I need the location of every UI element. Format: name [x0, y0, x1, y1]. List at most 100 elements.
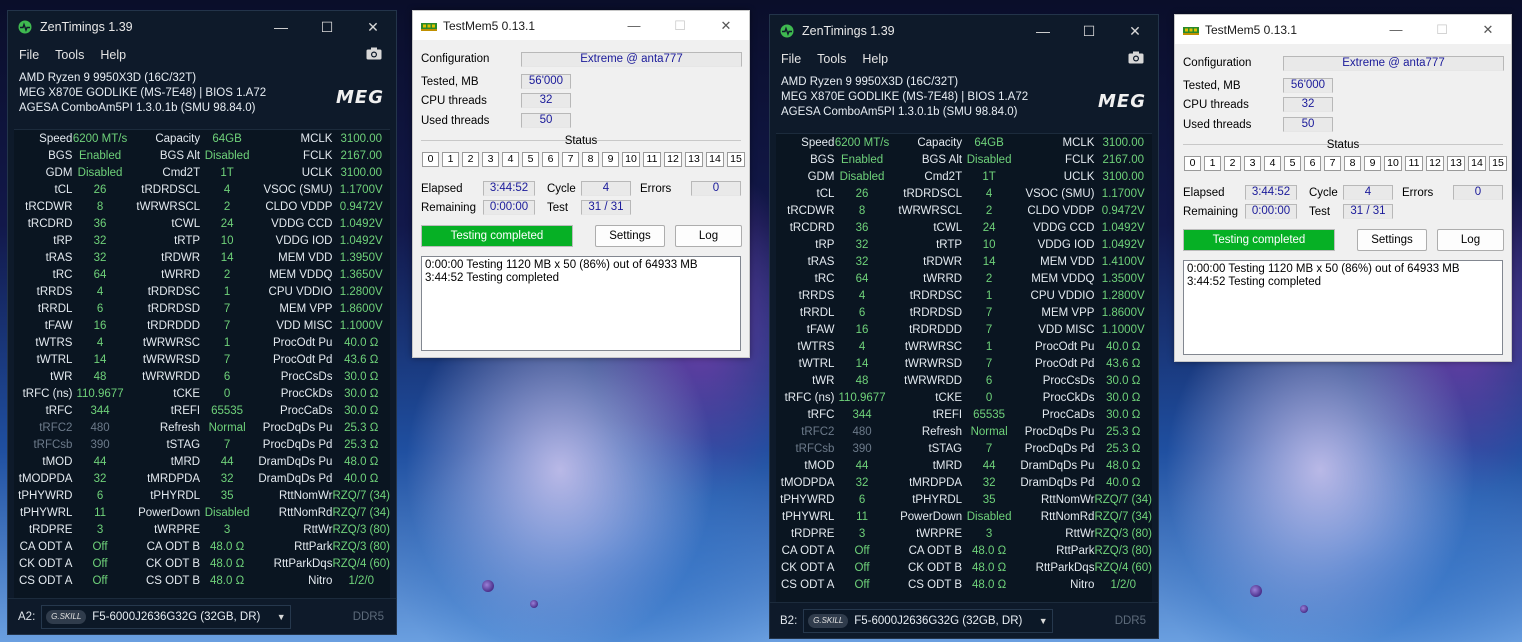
log-textbox[interactable]: 0:00:00 Testing 1120 MB x 50 (86%) out o…: [421, 256, 741, 351]
timing-value: Disabled: [204, 506, 250, 519]
thread-status-box: 8: [1344, 156, 1361, 171]
camera-icon[interactable]: [1128, 51, 1144, 64]
timing-value: 32: [855, 476, 869, 489]
log-line: 0:00:00 Testing 1120 MB x 50 (86%) out o…: [1187, 263, 1460, 275]
timing-label: VDDG IOD: [275, 234, 333, 247]
log-button[interactable]: Log: [675, 225, 742, 247]
timing-row: tWR 48 tWRWRDD 6 ProcCsDs 30.0 Ω: [776, 372, 1152, 389]
close-button[interactable]: ✕: [1112, 15, 1158, 47]
minimize-button[interactable]: —: [258, 11, 304, 43]
timing-row: Speed 6200 MT/s Capacity 64GB MCLK 3100.00: [776, 134, 1152, 151]
dimm-select[interactable]: G.SKILL F5-6000J2636G32G (32GB, DR) ▼: [803, 608, 1054, 633]
timing-value: 1.0492V: [339, 234, 383, 247]
timing-label: tWTRS: [797, 340, 835, 353]
timing-value: 30.0 Ω: [1106, 408, 1141, 421]
timing-label: tWRRD: [923, 272, 963, 285]
dimm-footer: B2: G.SKILL F5-6000J2636G32G (32GB, DR) …: [770, 602, 1158, 638]
memory-stick-icon: [1183, 25, 1199, 35]
timing-label: tRP: [815, 238, 835, 251]
title-bar[interactable]: TestMem5 0.13.1 — ☐ ✕: [1175, 15, 1511, 44]
camera-icon[interactable]: [366, 47, 382, 60]
timing-value: 4: [223, 183, 231, 196]
menu-tools[interactable]: Tools: [817, 52, 846, 66]
menu-tools[interactable]: Tools: [55, 48, 84, 62]
timing-value: 48.0 Ω: [1106, 459, 1141, 472]
log-button[interactable]: Log: [1437, 229, 1504, 251]
thread-status-box: 13: [685, 152, 703, 167]
maximize-button[interactable]: ☐: [1066, 15, 1112, 47]
minimize-button[interactable]: —: [1373, 22, 1419, 37]
timing-value: 14: [982, 255, 996, 268]
timing-label: tRDRDSCL: [903, 187, 963, 200]
minimize-button[interactable]: —: [1020, 15, 1066, 47]
thread-status-box: 12: [1426, 156, 1444, 171]
timing-value: 1.8600V: [339, 302, 383, 315]
timing-row: tRCDRD 36 tCWL 24 VDDG CCD 1.0492V: [14, 215, 390, 232]
errors-label: Errors: [1402, 187, 1434, 199]
timing-label: ProcCaDs: [1042, 408, 1095, 421]
timing-value: 2: [223, 268, 231, 281]
timing-label: tWTRL: [798, 357, 835, 370]
timing-label: tRP: [53, 234, 73, 247]
thread-status-box: 8: [582, 152, 599, 167]
timing-label: tMRD: [170, 455, 201, 468]
menu-help[interactable]: Help: [862, 52, 888, 66]
cpu-name: AMD Ryzen 9 9950X3D (16C/32T): [781, 76, 959, 88]
timing-row: tRRDS 4 tRDRDSC 1 CPU VDDIO 1.2800V: [14, 283, 390, 300]
timing-value: 390: [90, 438, 110, 451]
pulse-icon: [18, 20, 32, 34]
timing-value: 6: [985, 374, 993, 387]
timing-value: Off: [854, 578, 870, 591]
timing-label: tCKE: [935, 391, 963, 404]
close-button[interactable]: ✕: [1465, 22, 1511, 38]
menu-file[interactable]: File: [19, 48, 39, 62]
timing-value: 44: [93, 455, 107, 468]
timing-label: CA ODT B: [146, 540, 201, 553]
thread-status-box: 6: [1304, 156, 1321, 171]
timing-label: CK ODT B: [145, 557, 201, 570]
timing-label: ProcDqDs Pu: [262, 421, 333, 434]
maximize-button[interactable]: ☐: [304, 11, 350, 43]
timing-value: 1.0492V: [1101, 238, 1145, 251]
timing-value: 26: [93, 183, 107, 196]
timing-value: 1.8600V: [1101, 306, 1145, 319]
close-button[interactable]: ✕: [703, 18, 749, 34]
menu-help[interactable]: Help: [100, 48, 126, 62]
dimm-select[interactable]: G.SKILL F5-6000J2636G32G (32GB, DR) ▼: [41, 604, 292, 629]
timing-label: tMODPDA: [18, 472, 73, 485]
timing-row: GDM Disabled Cmd2T 1T UCLK 3100.00: [14, 164, 390, 181]
timing-value: 4: [858, 289, 866, 302]
timing-value: 1/2/0: [1110, 578, 1137, 591]
remaining-field: 0:00:00: [1245, 204, 1297, 219]
timing-value: 7: [223, 438, 231, 451]
minimize-button[interactable]: —: [611, 18, 657, 33]
timing-value: 110.9677: [76, 387, 124, 400]
close-button[interactable]: ✕: [350, 11, 396, 43]
timing-row: tRRDL 6 tRDRDSD 7 MEM VPP 1.8600V: [14, 300, 390, 317]
timing-value: 7: [985, 357, 993, 370]
timing-value: 30.0 Ω: [344, 370, 379, 383]
title-bar[interactable]: ZenTimings 1.39 — ☐ ✕: [770, 15, 1158, 47]
timing-label: GDM: [807, 170, 835, 183]
timing-row: tRFC 344 tREFI 65535 ProcCaDs 30.0 Ω: [776, 406, 1152, 423]
timing-label: tCKE: [173, 387, 201, 400]
timing-label: CS ODT B: [907, 578, 963, 591]
timing-label: BGS Alt: [159, 149, 201, 162]
timing-value: 480: [90, 421, 110, 434]
cycle-label: Cycle: [547, 183, 576, 195]
menu-file[interactable]: File: [781, 52, 801, 66]
title-bar[interactable]: TestMem5 0.13.1 — ☐ ✕: [413, 11, 749, 40]
thread-status-box: 4: [1264, 156, 1281, 171]
settings-button[interactable]: Settings: [1357, 229, 1427, 251]
cpu-threads-field: 32: [521, 93, 571, 108]
window-title: TestMem5 0.13.1: [1205, 22, 1298, 37]
timing-value: 1: [223, 336, 231, 349]
timing-value: 43.6 Ω: [1106, 357, 1141, 370]
maximize-button: ☐: [1436, 21, 1448, 37]
timing-value: Enabled: [78, 149, 122, 162]
timing-label: RttWr: [303, 523, 333, 536]
timing-value: 65535: [211, 404, 244, 417]
settings-button[interactable]: Settings: [595, 225, 665, 247]
log-textbox[interactable]: 0:00:00 Testing 1120 MB x 50 (86%) out o…: [1183, 260, 1503, 355]
title-bar[interactable]: ZenTimings 1.39 — ☐ ✕: [8, 11, 396, 43]
